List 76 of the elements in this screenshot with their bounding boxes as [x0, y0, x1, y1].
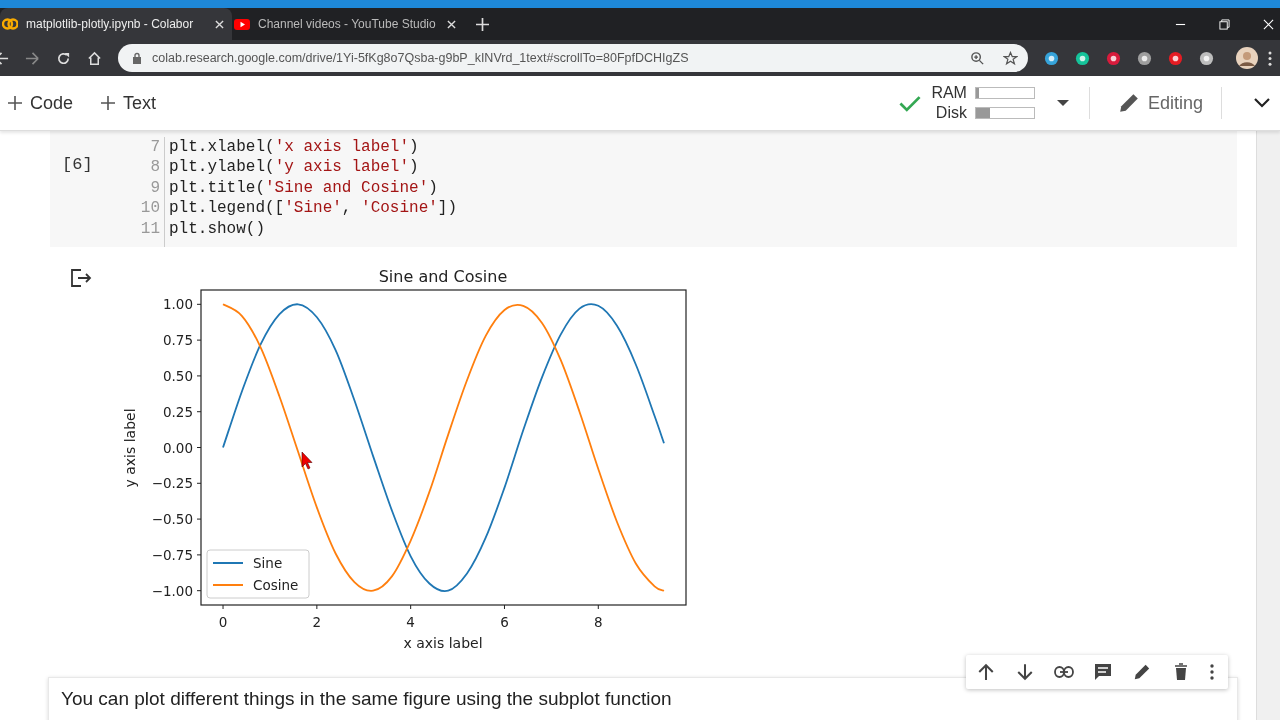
line-number: 11: [140, 218, 160, 240]
browser-tab[interactable]: Channel videos - YouTube Studio: [232, 8, 464, 40]
more-options-icon[interactable]: [1210, 663, 1214, 681]
x-tick-label: 4: [406, 614, 415, 630]
code-cell[interactable]: [6] 7 8 9 10 11 plt.xlabel('x axis label') plt.ylabel('y axis label') plt.title('Sine and Cosine') plt.legend(['Sine', 'Cosine']) plt.show(): [50, 131, 1237, 247]
extension-icon[interactable]: [1199, 50, 1214, 66]
code-line: plt.legend(['Sine', 'Cosine']): [169, 198, 458, 219]
pencil-icon: [1117, 92, 1140, 114]
more-options-icon[interactable]: [1268, 50, 1272, 66]
star-icon[interactable]: [1003, 50, 1018, 66]
code-line: plt.xlabel('x axis label'): [169, 137, 420, 158]
text-cell[interactable]: You can plot different things in the same figure using the subplot function: [48, 677, 1238, 720]
y-tick-label: 0.75: [162, 332, 193, 349]
move-up-icon[interactable]: [976, 663, 996, 681]
lock-icon: [132, 52, 142, 64]
editing-mode-button[interactable]: Editing: [1089, 92, 1221, 114]
x-tick-label: 6: [500, 614, 509, 630]
y-axis-label: y axis label: [122, 408, 138, 488]
mouse-cursor-icon: [301, 451, 313, 470]
forward-arrow-icon[interactable]: [25, 50, 40, 66]
ram-label: RAM: [931, 83, 967, 103]
browser-tab[interactable]: matplotlib-plotly.ipynb - Colabor: [0, 8, 232, 40]
scrollbar-track[interactable]: [1256, 131, 1280, 720]
disk-label: Disk: [935, 103, 967, 123]
close-icon[interactable]: [447, 19, 456, 29]
plus-icon: [101, 96, 116, 110]
extension-icon[interactable]: [1106, 50, 1121, 66]
line-number: 8: [150, 157, 160, 178]
legend-label: Sine: [253, 555, 283, 571]
extension-icon[interactable]: [1168, 50, 1183, 66]
line-number: 9: [150, 177, 160, 199]
reload-icon[interactable]: [56, 50, 71, 66]
extension-icon[interactable]: [1044, 50, 1059, 66]
colab-logo-icon: [2, 16, 18, 32]
markdown-text: You can plot different things in the same figure using the subplot function: [61, 688, 673, 710]
dropdown-caret-icon[interactable]: [1056, 100, 1069, 106]
y-tick-label: 1.00: [162, 296, 193, 313]
line-number: 10: [140, 198, 160, 219]
execution-count: [6]: [61, 154, 94, 176]
y-tick-label: 0.50: [162, 367, 193, 384]
chart-title: Sine and Cosine: [378, 267, 508, 286]
move-down-icon[interactable]: [1015, 663, 1035, 681]
pencil-icon[interactable]: [1132, 663, 1152, 681]
restore-icon[interactable]: [1219, 18, 1230, 30]
legend-label: Cosine: [253, 577, 299, 593]
zoom-icon[interactable]: [970, 50, 985, 66]
output-icon[interactable]: [70, 269, 92, 287]
youtube-logo-icon: [234, 16, 250, 32]
add-text-button[interactable]: Text: [93, 92, 165, 114]
x-tick-label: 2: [312, 614, 322, 630]
extension-icon[interactable]: [1137, 50, 1152, 66]
y-tick-label: 0.00: [162, 439, 193, 456]
comment-icon[interactable]: [1093, 663, 1113, 681]
new-tab-icon[interactable]: [476, 17, 489, 31]
x-tick-label: 8: [594, 614, 603, 630]
code-line: plt.show(): [169, 218, 266, 240]
x-tick-label: 0: [218, 614, 228, 630]
add-code-button[interactable]: Code: [0, 92, 82, 114]
y-tick-label: −1.00: [151, 582, 193, 599]
extension-icon[interactable]: [1075, 50, 1090, 66]
profile-avatar-icon[interactable]: [1236, 47, 1258, 69]
plus-icon: [8, 96, 22, 110]
check-icon: [899, 94, 922, 112]
y-tick-label: −0.25: [151, 475, 193, 492]
close-icon[interactable]: [215, 19, 224, 29]
y-tick-label: 0.25: [162, 403, 193, 420]
x-axis-label: x axis label: [403, 635, 483, 651]
home-icon[interactable]: [87, 50, 102, 66]
link-icon[interactable]: [1054, 663, 1074, 681]
code-line: plt.title('Sine and Cosine'): [169, 177, 439, 199]
address-bar[interactable]: colab.research.google.com/drive/1Yi-5fKg8o7Qsba-g9bP_kINVrd_1text#scrollTo=80FpfDCHIgZS: [118, 44, 1028, 72]
y-tick-label: −0.50: [151, 511, 193, 528]
code-line: plt.ylabel('y axis label'): [169, 157, 420, 178]
chevron-down-icon[interactable]: [1254, 98, 1270, 108]
y-tick-label: −0.75: [151, 546, 193, 563]
line-number: 7: [150, 137, 160, 158]
